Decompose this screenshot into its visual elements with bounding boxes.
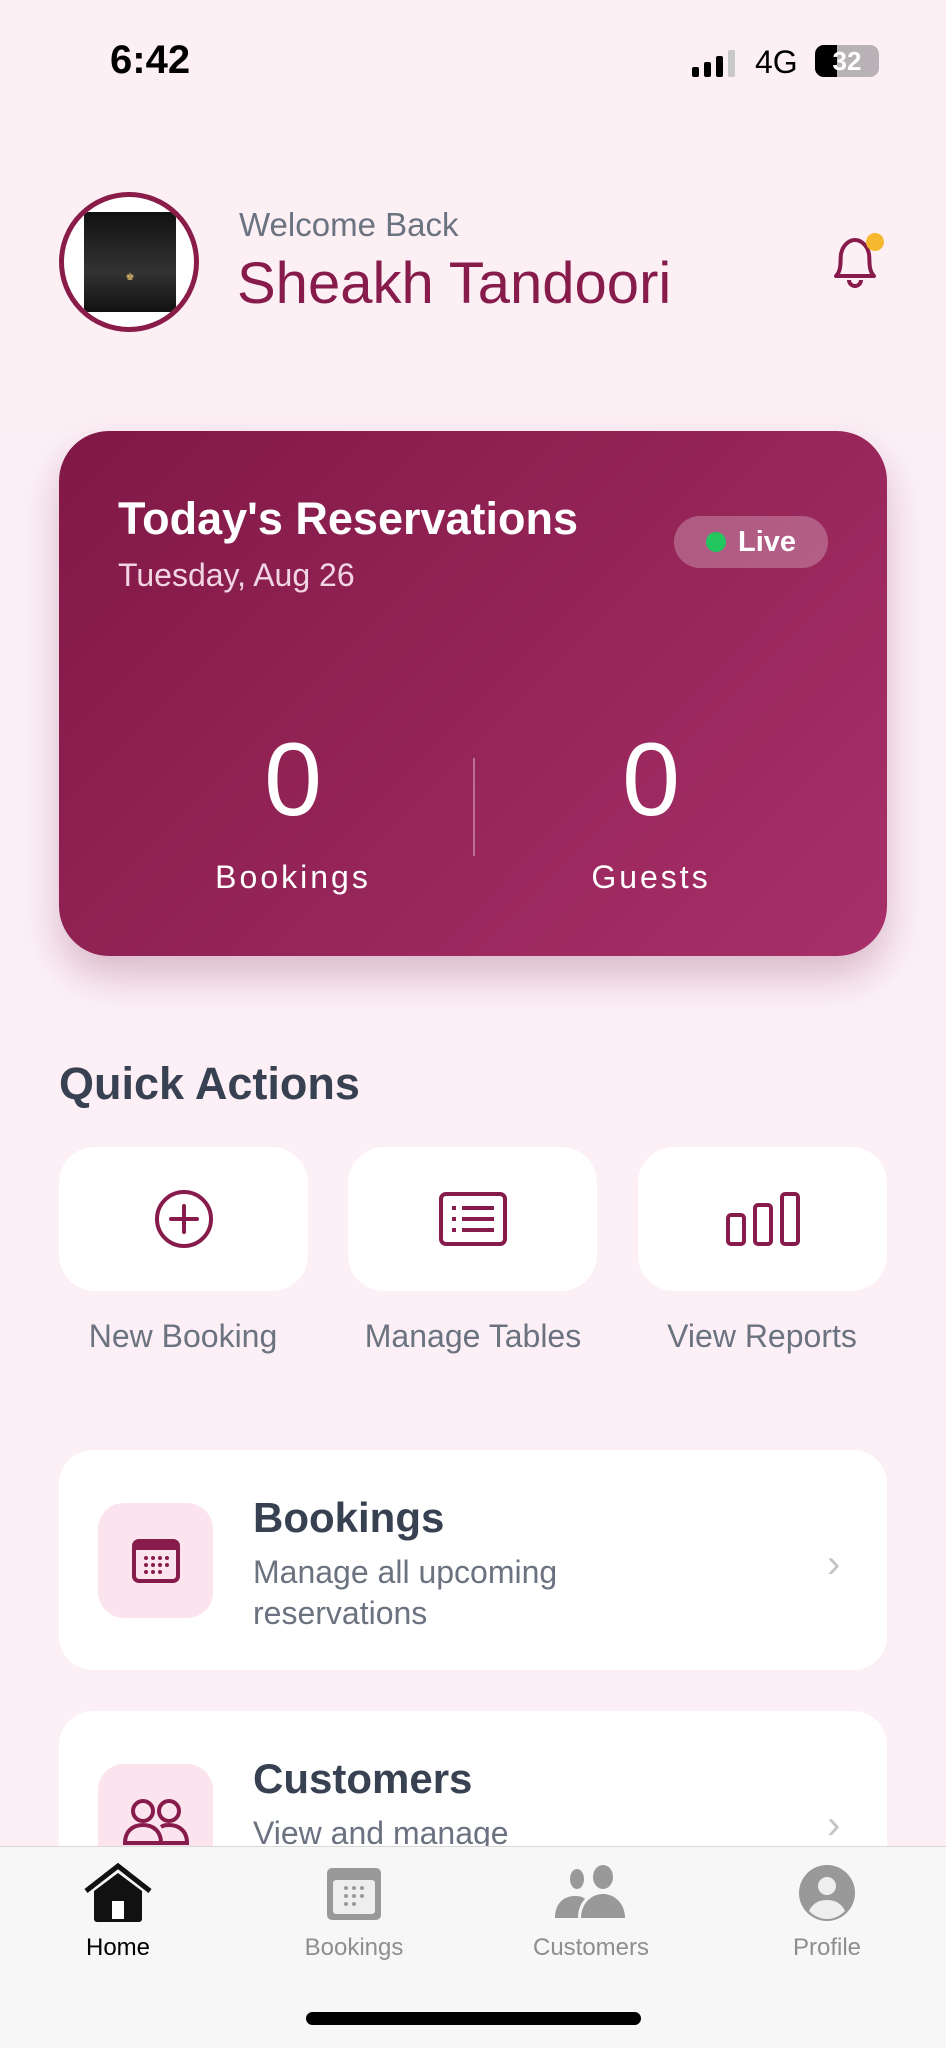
view-reports-label: View Reports xyxy=(667,1318,857,1354)
welcome-text: Welcome Back xyxy=(239,206,459,243)
tab-profile-label: Profile xyxy=(792,1934,862,1961)
restaurant-logo: ♚ xyxy=(84,212,176,312)
battery-level: 32 xyxy=(832,46,862,76)
manage-tables-button[interactable] xyxy=(348,1147,597,1291)
person-circle-icon xyxy=(799,1865,855,1921)
bar-chart-icon xyxy=(725,1192,800,1246)
tab-profile[interactable]: Profile xyxy=(727,1863,927,1962)
home-indicator[interactable] xyxy=(306,2012,641,2025)
live-label: Live xyxy=(737,525,797,558)
quick-actions-heading: Quick Actions xyxy=(59,1058,360,1109)
live-badge: Live xyxy=(674,516,828,568)
notification-bell-icon[interactable] xyxy=(822,230,888,301)
calendar-icon xyxy=(98,1503,213,1618)
new-booking-button[interactable] xyxy=(59,1147,308,1291)
bookings-count: 0 xyxy=(264,722,322,838)
reservations-date: Tuesday, Aug 26 xyxy=(118,557,355,593)
chevron-right-icon: › xyxy=(827,1542,841,1586)
bookings-card-title: Bookings xyxy=(253,1494,445,1541)
home-icon xyxy=(84,1862,152,1922)
calendar-icon xyxy=(327,1868,381,1920)
chevron-right-icon: › xyxy=(827,1803,841,1847)
network-label: 4G xyxy=(755,44,798,80)
tab-home-label: Home xyxy=(85,1934,151,1961)
avatar[interactable]: ♚ xyxy=(59,192,199,332)
manage-tables-label: Manage Tables xyxy=(364,1318,582,1354)
guests-label: Guests xyxy=(591,859,711,895)
view-reports-button[interactable] xyxy=(638,1147,887,1291)
tab-home[interactable]: Home xyxy=(18,1862,218,1962)
new-booking-label: New Booking xyxy=(88,1318,278,1354)
live-dot-icon xyxy=(705,532,726,552)
reservations-title: Today's Reservations xyxy=(118,493,579,544)
status-time: 6:42 xyxy=(110,38,191,82)
todays-reservations-card[interactable]: Today's Reservations Tuesday, Aug 26 Liv… xyxy=(59,431,887,956)
tab-customers-label: Customers xyxy=(532,1934,650,1961)
signal-icon xyxy=(692,50,735,77)
tab-bookings[interactable]: Bookings xyxy=(254,1863,454,1962)
bookings-card-subtitle: Manage all upcoming reservations xyxy=(253,1554,558,1631)
guests-count: 0 xyxy=(622,722,680,838)
plus-circle-icon xyxy=(154,1190,213,1248)
users-icon xyxy=(555,1865,625,1918)
battery-icon: 32 xyxy=(815,45,879,77)
tab-customers[interactable]: Customers xyxy=(491,1863,691,1962)
bookings-label: Bookings xyxy=(215,859,371,895)
stats-divider xyxy=(473,758,475,856)
restaurant-name: Sheakh Tandoori xyxy=(237,251,672,316)
list-icon xyxy=(438,1192,507,1246)
tab-bookings-label: Bookings xyxy=(304,1934,404,1961)
bookings-card[interactable]: Bookings Manage all upcoming reservation… xyxy=(59,1450,887,1670)
customers-card-title: Customers xyxy=(253,1755,473,1802)
